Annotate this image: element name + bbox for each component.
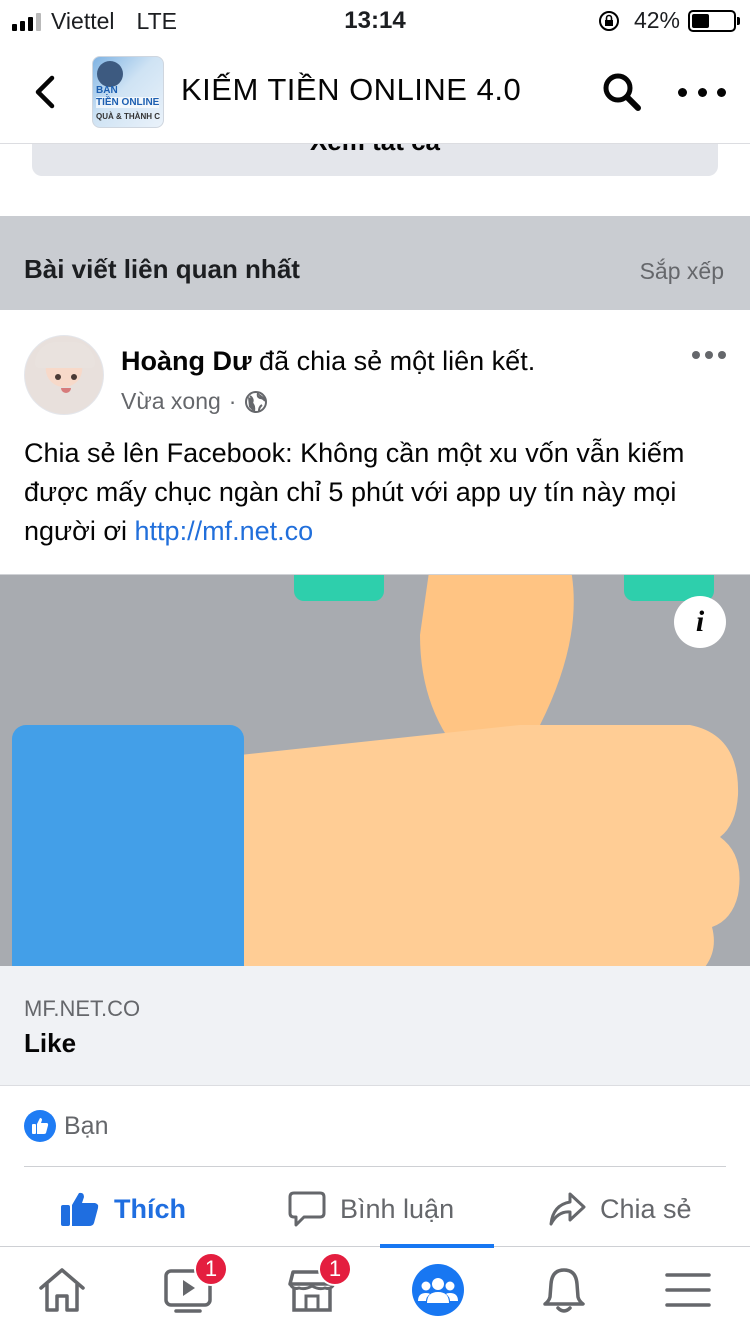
bell-icon <box>543 1268 585 1313</box>
post-link[interactable]: http://mf.net.co <box>135 516 314 546</box>
battery-percent: 42% <box>633 7 680 33</box>
group-cover-thumbnail[interactable]: BẠN TIỀN ONLINE QUÀ & THÀNH C <box>92 56 164 128</box>
link-preview-box[interactable]: MF.NET.CO Like <box>0 966 750 1086</box>
comment-icon <box>288 1191 326 1227</box>
link-domain: MF.NET.CO <box>24 996 141 1021</box>
home-icon <box>39 1268 85 1312</box>
sort-button[interactable]: Sắp xếp <box>640 258 724 285</box>
share-label: Chia sẻ <box>600 1193 692 1224</box>
post-author-line: Hoàng Dư đã chia sẻ một liên kết. <box>121 346 535 377</box>
back-icon[interactable] <box>30 72 62 112</box>
reactions-text: Bạn <box>64 1111 109 1140</box>
battery-fill <box>692 13 709 28</box>
tab-home[interactable] <box>32 1262 92 1318</box>
post-action-text: đã chia sẻ một liên kết. <box>251 346 536 376</box>
reactions-summary[interactable]: Bạn <box>24 1110 108 1142</box>
comment-button[interactable]: Bình luận <box>288 1186 454 1232</box>
tab-bar <box>0 1246 750 1334</box>
section-title: Bài viết liên quan nhất <box>24 254 300 284</box>
rotation-lock-icon <box>598 10 619 31</box>
like-button[interactable]: Thích <box>60 1186 186 1232</box>
menu-icon <box>665 1273 711 1307</box>
tab-notifications[interactable] <box>534 1262 594 1318</box>
active-tab-indicator <box>380 1244 494 1248</box>
watch-badge: 1 <box>194 1252 228 1286</box>
groups-icon <box>412 1264 464 1316</box>
like-label: Thích <box>114 1193 186 1224</box>
more-icon[interactable] <box>678 72 726 112</box>
see-all-label: Xem tất cả <box>32 144 718 157</box>
info-icon[interactable]: i <box>674 596 726 648</box>
see-all-button[interactable]: Xem tất cả <box>32 144 718 176</box>
post-author[interactable]: Hoàng Dư <box>121 346 252 376</box>
thumbnail-person <box>97 61 123 87</box>
divider <box>24 1166 726 1167</box>
thumbs-up-illustration <box>12 575 740 966</box>
meta-separator: · <box>228 388 237 414</box>
group-title[interactable]: KIẾM TIỀN ONLINE 4.0 <box>181 72 521 108</box>
status-right: 42% <box>598 7 740 34</box>
thumbnail-text-1: BẠN <box>96 85 118 96</box>
comment-label: Bình luận <box>340 1193 455 1224</box>
thumbnail-text-2: TIỀN ONLINE <box>96 97 160 108</box>
tab-menu[interactable] <box>658 1262 718 1318</box>
post-body: Chia sẻ lên Facebook: Không cần một xu v… <box>24 438 685 546</box>
globe-icon <box>245 390 268 413</box>
battery-icon <box>688 9 740 32</box>
share-button[interactable]: Chia sẻ <box>548 1186 692 1232</box>
tab-groups[interactable] <box>408 1262 468 1318</box>
tab-marketplace[interactable]: 1 <box>282 1252 352 1318</box>
marketplace-badge: 1 <box>318 1252 352 1286</box>
search-icon[interactable] <box>600 70 644 114</box>
post-meta: Vừa xong · <box>121 388 268 415</box>
post-time[interactable]: Vừa xong <box>121 388 221 415</box>
author-avatar[interactable] <box>24 335 104 415</box>
share-icon <box>549 1192 586 1226</box>
thumbnail-text-3: QUÀ & THÀNH C <box>96 112 160 121</box>
tab-watch[interactable]: 1 <box>158 1252 228 1318</box>
status-bar: Viettel LTE 13:14 42% <box>0 0 750 40</box>
like-icon <box>61 1192 99 1226</box>
post-more-icon[interactable] <box>692 350 726 360</box>
section-header: Bài viết liên quan nhất Sắp xếp <box>0 216 750 310</box>
link-preview-image[interactable] <box>0 574 750 966</box>
post-text: Chia sẻ lên Facebook: Không cần một xu v… <box>24 434 729 551</box>
group-header: BẠN TIỀN ONLINE QUÀ & THÀNH C KIẾM TIỀN … <box>0 40 750 144</box>
like-reaction-icon <box>24 1110 56 1142</box>
link-title: Like <box>24 1028 77 1058</box>
